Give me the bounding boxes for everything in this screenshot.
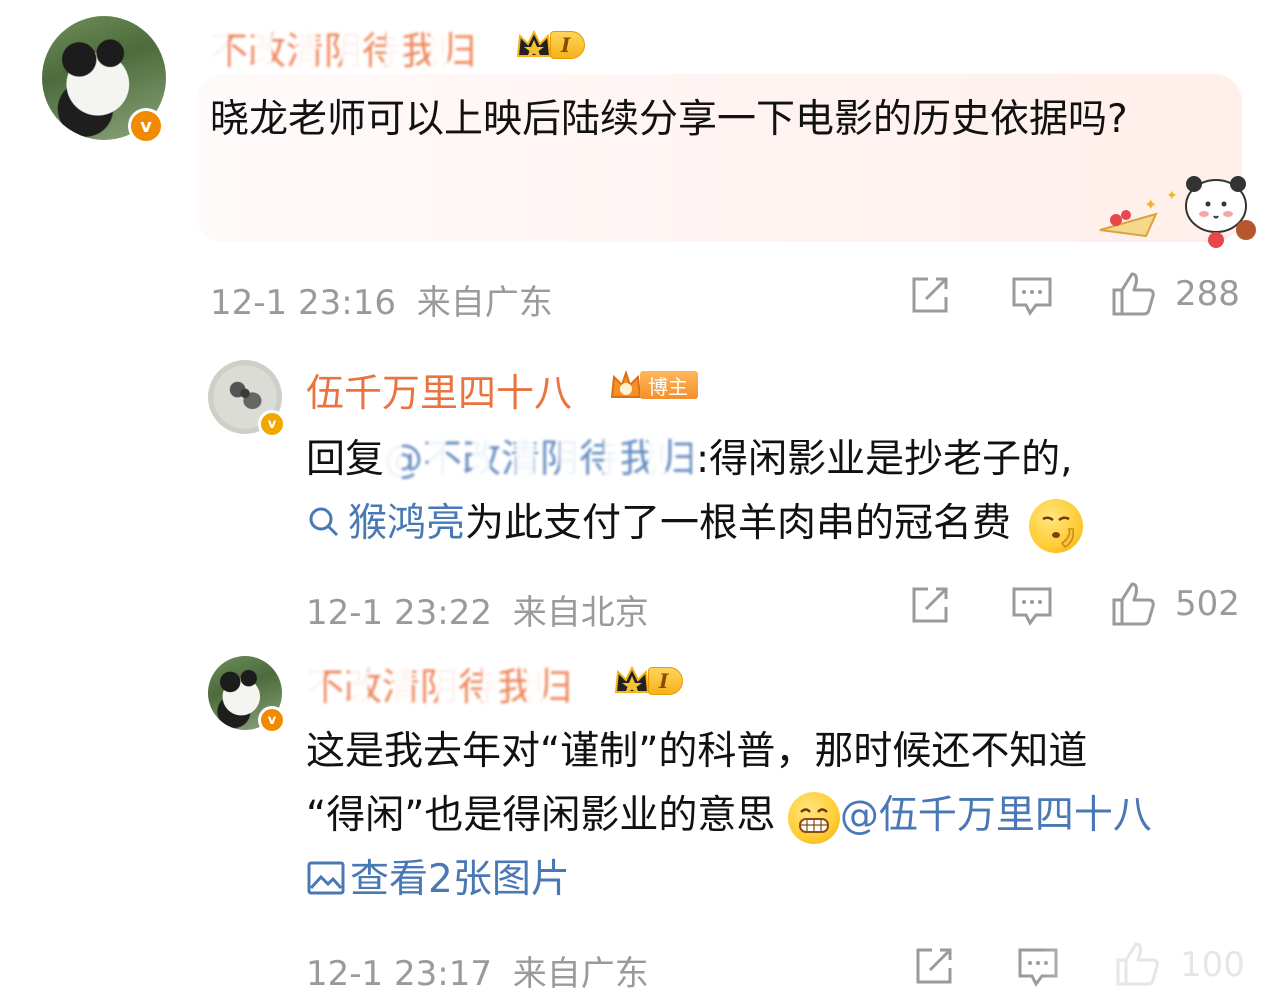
timestamp: 12-1 23:22 — [306, 593, 492, 633]
comment-text-part: “得闲”也是得闲影业的意思 — [306, 793, 776, 838]
comment-text-part: :得闲影业是抄老子的, — [696, 437, 1073, 482]
comment-text-part: 这是我去年对“谨制”的科普，那时候还不知道 — [306, 729, 1088, 774]
search-term-link[interactable]: 猴鸿亮 — [348, 501, 465, 546]
like-count: 502 — [1175, 584, 1240, 624]
crown-icon — [516, 29, 552, 58]
like-count: 288 — [1175, 274, 1240, 314]
comment-time: 12-1 23:17 来自广东 — [306, 946, 649, 995]
view-images-label: 查看2张图片 — [350, 857, 570, 902]
location: 来自广东 — [512, 954, 649, 994]
image-icon — [307, 861, 345, 895]
location: 来自广东 — [416, 283, 553, 323]
rank-level: I — [648, 667, 684, 695]
comment-icon[interactable] — [1010, 583, 1054, 627]
comment-icon[interactable] — [1010, 273, 1054, 317]
mention-link[interactable]: @伍千万里四十八 — [840, 793, 1152, 838]
share-icon[interactable] — [908, 273, 952, 317]
location: 来自北京 — [512, 593, 649, 633]
comment-text: 晓龙老师可以上映后陆续分享一下电影的历史依据吗? — [210, 97, 1128, 142]
bear-sticker-icon: ✦ ✦ — [1099, 176, 1256, 248]
username[interactable]: 不改清阴待我归 — [210, 20, 477, 75]
share-icon[interactable] — [908, 583, 952, 627]
verified-icon: v — [258, 410, 286, 438]
share-icon[interactable] — [912, 944, 956, 988]
comment-text: 这是我去年对“谨制”的科普，那时候还不知道 “得闲”也是得闲影业的意思 @伍千万… — [306, 720, 1266, 912]
shush-emoji-icon — [1029, 498, 1084, 553]
rank-level: I — [550, 31, 586, 59]
crown-icon — [614, 665, 650, 694]
timestamp: 12-1 23:16 — [210, 283, 396, 323]
comment-text-part: 为此支付了一根羊肉串的冠名费 — [465, 501, 1012, 546]
rank-badge[interactable]: I — [612, 664, 684, 698]
comment-text: 回复@不改清阴待我归:得闲影业是抄老子的, 猴鸿亮为此支付了一根羊肉串的冠名费 — [306, 428, 1246, 556]
username[interactable]: 不改清阴待我归 — [306, 656, 573, 711]
timestamp: 12-1 23:17 — [306, 954, 492, 994]
comment-time: 12-1 23:16 来自广东 — [210, 275, 553, 324]
search-icon[interactable] — [306, 504, 342, 540]
reply-prefix: 回复 — [306, 437, 385, 482]
verified-icon: v — [258, 706, 286, 734]
svg-text:✦: ✦ — [1144, 195, 1157, 214]
view-images-link[interactable]: 查看2张图片 — [306, 857, 570, 902]
like-icon[interactable] — [1110, 580, 1158, 628]
blogger-label: 博主 — [640, 371, 698, 399]
username[interactable]: 伍千万里四十八 — [306, 362, 572, 417]
comment-time: 12-1 23:22 来自北京 — [306, 585, 649, 634]
mention-link[interactable]: @不改清阴待我归 — [384, 437, 696, 482]
svg-text:✦: ✦ — [1166, 188, 1178, 204]
bottom-fade — [1040, 940, 1284, 989]
blogger-badge[interactable]: 博主 — [606, 368, 698, 402]
rank-badge[interactable]: I — [514, 28, 586, 62]
verified-icon: v — [128, 108, 164, 144]
like-icon[interactable] — [1110, 270, 1158, 318]
grin-emoji-icon — [787, 791, 840, 844]
